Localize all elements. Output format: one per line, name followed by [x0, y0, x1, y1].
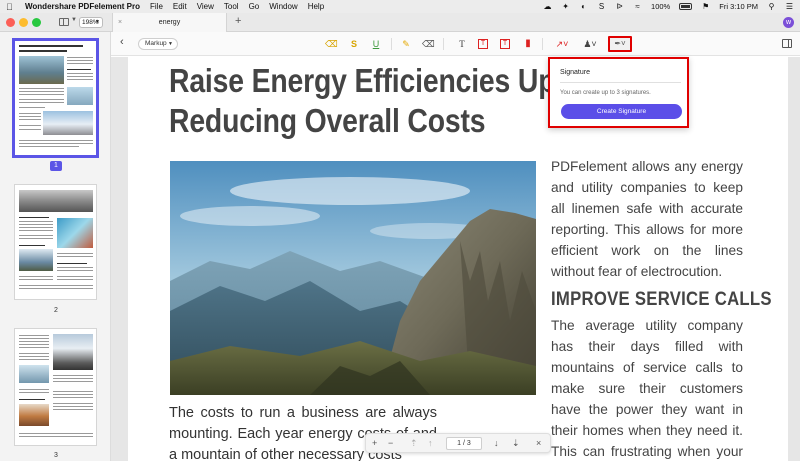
- status-area: ☁ ✦ ◐ S ᐉ ≈ 100% ⚑ Fri 3:10 PM ⚲ ☰: [543, 0, 794, 13]
- page-thumbnail-2[interactable]: [14, 184, 97, 300]
- pdf-page: Raise Energy Efficiencies Up Reducing Ov…: [128, 57, 788, 461]
- minimize-window-button[interactable]: [19, 18, 28, 27]
- text-icon[interactable]: T: [456, 38, 468, 50]
- zoom-out-icon[interactable]: −: [388, 437, 393, 449]
- zoom-select[interactable]: 198% ▼: [79, 17, 103, 28]
- tab-label: energy: [158, 19, 181, 26]
- document-title: Raise Energy Efficiencies Up Reducing Ov…: [169, 61, 565, 141]
- page-number-3[interactable]: 3: [50, 451, 62, 461]
- chevron-down-icon: ▼: [95, 19, 100, 25]
- clock[interactable]: Fri 3:10 PM: [719, 2, 758, 11]
- popover-description: You can create up to 3 signatures.: [560, 90, 651, 96]
- menu-edit[interactable]: Edit: [173, 2, 187, 11]
- strikethrough-icon[interactable]: S: [348, 38, 360, 50]
- app-status-icon[interactable]: ◐: [579, 2, 588, 11]
- fullscreen-window-button[interactable]: [32, 18, 41, 27]
- signature-popover: Signature You can create up to 3 signatu…: [548, 57, 689, 128]
- previous-page-icon[interactable]: ↑: [428, 437, 433, 449]
- close-window-button[interactable]: [6, 18, 15, 27]
- marker-icon[interactable]: ✎: [400, 38, 412, 50]
- back-arrow-icon[interactable]: ‹: [120, 36, 124, 48]
- wifi-icon[interactable]: ≈: [633, 2, 642, 11]
- menu-go[interactable]: Go: [249, 2, 260, 11]
- mountain-photo: [170, 161, 536, 395]
- apple-icon[interactable]: : [6, 2, 17, 12]
- avatar[interactable]: w: [783, 17, 794, 28]
- thumbnail-panel: 1 2 3: [0, 32, 111, 461]
- document-view[interactable]: Raise Energy Efficiencies Up Reducing Ov…: [111, 57, 800, 461]
- title-line-2: Reducing Overall Costs: [169, 102, 486, 139]
- page-navigation-bar: + − ⇡ ↑ 1 / 3 ↓ ⇣ ×: [365, 433, 551, 453]
- skype-icon[interactable]: S: [597, 2, 606, 11]
- page-number-1[interactable]: 1: [50, 161, 62, 171]
- bluetooth-icon[interactable]: ᐉ: [615, 2, 624, 11]
- dropbox-icon[interactable]: ✦: [561, 2, 570, 11]
- underline-icon[interactable]: U: [370, 38, 382, 50]
- highlight-icon[interactable]: ⌫: [325, 38, 338, 50]
- flag-icon[interactable]: ⚑: [701, 2, 710, 11]
- callout-icon[interactable]: T: [500, 39, 510, 49]
- window-titlebar: ▼ 198% ▼ × energy + w: [0, 13, 800, 32]
- section-heading: IMPROVE SERVICE CALLS: [551, 289, 772, 310]
- create-signature-button[interactable]: Create Signature: [561, 104, 682, 119]
- right-panel-toggle-icon[interactable]: [782, 39, 792, 48]
- mode-select[interactable]: Markup ▼: [138, 38, 178, 50]
- search-icon[interactable]: ⚲: [767, 2, 776, 11]
- right-column: PDFelement allows any energy and utility…: [551, 156, 772, 461]
- title-line-1: Raise Energy Efficiencies Up: [169, 62, 556, 99]
- mode-label: Markup: [145, 40, 167, 47]
- divider: [560, 82, 681, 83]
- app-window:  Wondershare PDFelement Pro File Edit V…: [0, 0, 800, 461]
- note-icon[interactable]: ▮: [522, 38, 534, 50]
- menubar:  Wondershare PDFelement Pro File Edit V…: [0, 0, 800, 13]
- markup-toolbar: ‹ Markup ▼ ⌫ S U ✎ ⌫ T T T ▮ ↗˅ ♟˅ ✒˅: [111, 32, 800, 56]
- new-tab-button[interactable]: +: [235, 15, 241, 27]
- right-paragraph-1: PDFelement allows any energy and utility…: [551, 159, 743, 279]
- tab-energy[interactable]: × energy: [112, 13, 227, 32]
- current-page: 1: [457, 440, 462, 447]
- menu-help[interactable]: Help: [308, 2, 324, 11]
- page-number-input[interactable]: 1 / 3: [446, 437, 482, 450]
- upload-icon[interactable]: ☁: [543, 2, 552, 11]
- menu-window[interactable]: Window: [269, 2, 297, 11]
- next-page-icon[interactable]: ↓: [494, 437, 499, 449]
- page-number-2[interactable]: 2: [50, 306, 62, 316]
- right-paragraph-2: The average utility company has their da…: [551, 318, 743, 459]
- chevron-down-icon[interactable]: ▼: [71, 17, 77, 23]
- signature-tool-button[interactable]: ✒˅: [608, 36, 632, 52]
- page-thumbnail-3[interactable]: [14, 328, 97, 446]
- zoom-in-icon[interactable]: +: [372, 437, 377, 449]
- popover-title: Signature: [560, 69, 590, 76]
- menu-tool[interactable]: Tool: [224, 2, 239, 11]
- battery-percent: 100%: [651, 2, 671, 11]
- shape-tool-icon[interactable]: ↗˅: [553, 38, 571, 50]
- chevron-down-icon: ▼: [168, 41, 173, 47]
- signature-pen-icon: ✒˅: [614, 39, 626, 48]
- page-thumbnail-1[interactable]: [12, 38, 99, 158]
- textbox-icon[interactable]: T: [478, 39, 488, 49]
- last-page-icon[interactable]: ⇣: [512, 437, 520, 449]
- menu-app-name[interactable]: Wondershare PDFelement Pro: [25, 2, 140, 11]
- menu-view[interactable]: View: [197, 2, 214, 11]
- sidebar-toggle-icon[interactable]: [59, 18, 69, 26]
- battery-icon[interactable]: [679, 3, 693, 10]
- eraser-icon[interactable]: ⌫: [422, 38, 435, 50]
- first-page-icon[interactable]: ⇡: [410, 437, 418, 449]
- stamp-tool-icon[interactable]: ♟˅: [581, 38, 599, 50]
- total-pages: 3: [466, 440, 471, 447]
- list-icon[interactable]: ☰: [785, 2, 794, 11]
- close-icon[interactable]: ×: [118, 13, 122, 32]
- menu-file[interactable]: File: [150, 2, 163, 11]
- close-icon[interactable]: ×: [536, 437, 541, 449]
